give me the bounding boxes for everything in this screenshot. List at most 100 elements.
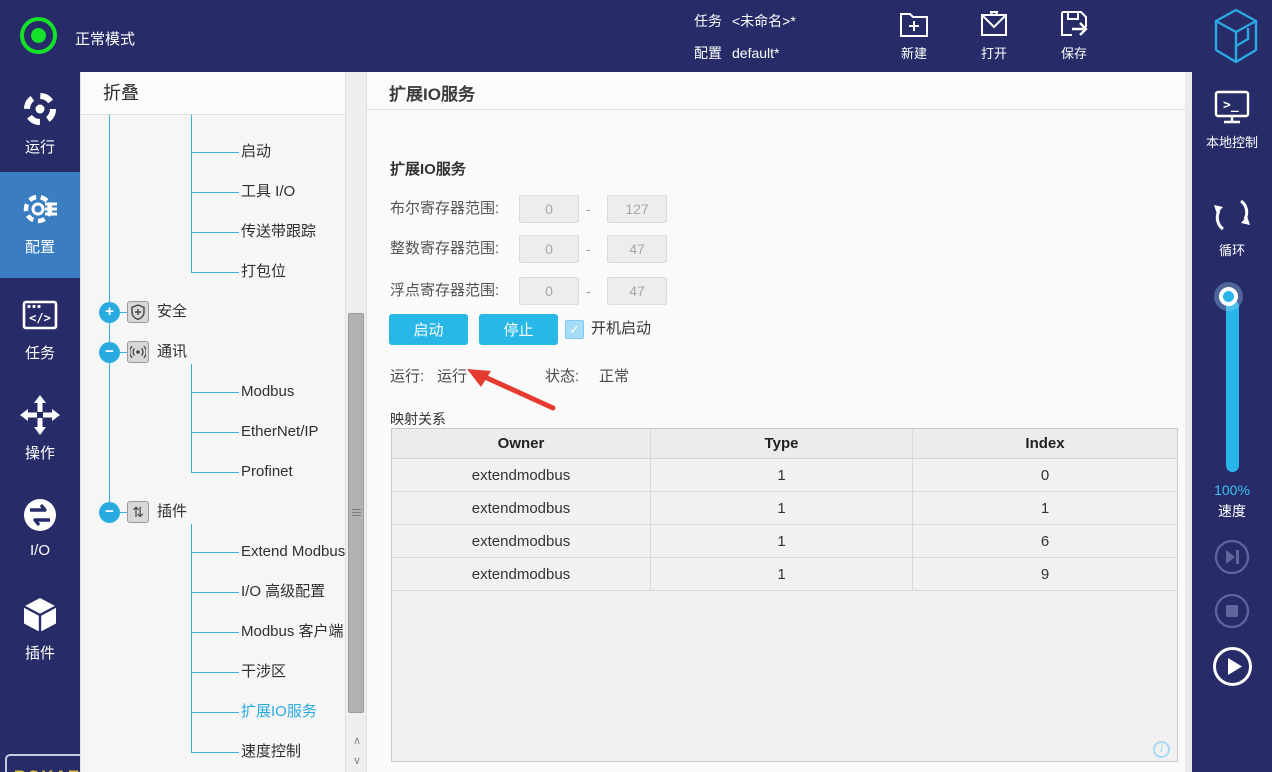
tree-item-interference[interactable]: 干涉区 — [241, 652, 286, 692]
new-button[interactable]: 新建 — [882, 8, 946, 62]
speed-slider-track[interactable] — [1226, 300, 1239, 472]
code-window-icon: </> — [0, 294, 80, 336]
tree-item-communication[interactable]: 通讯 — [157, 332, 187, 372]
tree-item-packing[interactable]: 打包位 — [241, 252, 286, 292]
save-icon — [1042, 8, 1106, 40]
config-value: default* — [732, 45, 779, 61]
cell-index: 9 — [913, 558, 1177, 590]
tree-item-io-advanced[interactable]: I/O 高级配置 — [241, 572, 325, 612]
page-title: 扩展IO服务 — [389, 80, 1185, 105]
bool-register-range-label: 布尔寄存器范围: — [390, 195, 516, 223]
nav-item-config[interactable]: 配置 — [0, 172, 80, 278]
int-register-range-label: 整数寄存器范围: — [390, 235, 516, 263]
float-range-to-input[interactable]: 47 — [607, 277, 667, 305]
tree-collapse-header[interactable]: 折叠 — [81, 72, 346, 115]
step-forward-button[interactable] — [1214, 539, 1250, 575]
mapping-table-header: Owner Type Index — [392, 429, 1177, 459]
tree-item-tool-io[interactable]: 工具 I/O — [241, 172, 295, 212]
tree-line — [191, 672, 239, 673]
mapping-section-title: 映射关系 — [390, 409, 446, 429]
tree-line — [191, 115, 192, 272]
play-program-button[interactable] — [1212, 646, 1253, 687]
bool-range-from-input[interactable]: 0 — [519, 195, 579, 223]
nav-item-operate[interactable]: 操作 — [0, 378, 80, 478]
antenna-icon — [127, 341, 149, 363]
tree-line — [191, 152, 239, 153]
cell-owner: extendmodbus — [392, 558, 651, 590]
table-row[interactable]: extendmodbus 1 9 — [392, 558, 1177, 591]
int-range-to-input[interactable]: 47 — [607, 235, 667, 263]
speed-label: 速度 — [1192, 501, 1272, 521]
svg-text:</>: </> — [29, 311, 51, 325]
loop-icon — [1192, 194, 1272, 236]
nav-item-run[interactable]: 运行 — [0, 72, 80, 172]
save-button[interactable]: 保存 — [1042, 8, 1106, 62]
tree-item-modbus-client[interactable]: Modbus 客户端 — [241, 612, 344, 652]
info-icon[interactable]: i — [1153, 741, 1170, 758]
cube-icon — [0, 594, 80, 636]
nav-item-task-label: 任务 — [0, 342, 80, 363]
table-row[interactable]: extendmodbus 1 0 — [392, 459, 1177, 492]
tree-item-safety[interactable]: 安全 — [157, 292, 187, 332]
stop-program-button[interactable] — [1214, 593, 1250, 629]
nav-item-task[interactable]: </> 任务 — [0, 278, 80, 378]
open-button-label: 打开 — [962, 43, 1026, 62]
tree-item-ethernet-ip[interactable]: EtherNet/IP — [241, 412, 319, 452]
tree-expander-comm[interactable]: − — [99, 342, 120, 363]
tree-line — [191, 392, 239, 393]
tree-item-extend-modbus[interactable]: Extend Modbus — [241, 532, 345, 572]
cell-owner: extendmodbus — [392, 459, 651, 491]
tree-item-modbus[interactable]: Modbus — [241, 372, 294, 412]
autostart-label: 开机启动 — [591, 319, 651, 339]
tree-scrollbar[interactable]: ∧ ∨ — [345, 72, 367, 772]
bool-range-to-input[interactable]: 127 — [607, 195, 667, 223]
speed-percent-value: 100% — [1192, 482, 1272, 498]
tree-expander-safety[interactable]: + — [99, 302, 120, 323]
speed-slider-thumb[interactable] — [1219, 287, 1238, 306]
terminal-icon: >_ — [1192, 88, 1272, 128]
start-service-button[interactable]: 启动 — [389, 314, 468, 345]
cell-type: 1 — [651, 558, 913, 590]
tree-item-extend-io-service[interactable]: 扩展IO服务 — [241, 692, 317, 732]
run-state-label: 运行: — [390, 365, 424, 386]
tree-expander-plugin[interactable]: − — [99, 502, 120, 523]
tree-item-startup[interactable]: 启动 — [241, 132, 271, 172]
tree-body: + − − ⇅ 启动 工具 I/O 传送带跟踪 打包位 安全 通讯 Modbus… — [81, 115, 346, 772]
open-button[interactable]: 打开 — [962, 8, 1026, 62]
task-label: 任务 — [694, 7, 732, 35]
autostart-checkbox[interactable]: ✓ — [565, 320, 584, 339]
nav-item-run-label: 运行 — [0, 136, 80, 157]
tree-item-conveyor[interactable]: 传送带跟踪 — [241, 212, 316, 252]
config-tree-panel: 折叠 + — [80, 72, 345, 772]
tree-item-plugin[interactable]: 插件 — [157, 492, 187, 532]
scrollbar-thumb[interactable] — [348, 313, 364, 713]
stop-service-button[interactable]: 停止 — [479, 314, 558, 345]
task-value: <未命名>* — [732, 13, 796, 29]
panel-divider — [1185, 72, 1192, 772]
scroll-down-button[interactable]: ∨ — [346, 752, 368, 770]
app-window: 正常模式 任务<未命名>* 配置default* 新建 打开 保存 — [0, 0, 1272, 772]
save-button-label: 保存 — [1042, 43, 1106, 62]
nav-item-io[interactable]: I/O — [0, 478, 80, 578]
int-range-from-input[interactable]: 0 — [519, 235, 579, 263]
scroll-up-button[interactable]: ∧ — [346, 732, 368, 750]
run-icon — [0, 88, 80, 130]
range-dash: - — [586, 195, 591, 223]
tree-line — [191, 632, 239, 633]
task-config-info: 任务<未命名>* 配置default* — [694, 7, 796, 71]
nav-item-plugin[interactable]: 插件 — [0, 578, 80, 678]
config-label: 配置 — [694, 39, 732, 67]
tree-item-speed-control[interactable]: 速度控制 — [241, 732, 301, 772]
float-range-from-input[interactable]: 0 — [519, 277, 579, 305]
local-control-button[interactable]: >_ 本地控制 — [1192, 88, 1272, 151]
table-row[interactable]: extendmodbus 1 1 — [392, 492, 1177, 525]
tree-line — [191, 524, 192, 752]
tree-item-profinet[interactable]: Profinet — [241, 452, 293, 492]
scrollbar-grip-icon — [352, 509, 361, 518]
right-control-rail: >_ 本地控制 循环 100% 速度 — [1192, 72, 1272, 772]
section-title: 扩展IO服务 — [390, 158, 466, 179]
table-row[interactable]: extendmodbus 1 6 — [392, 525, 1177, 558]
loop-mode-button[interactable]: 循环 — [1192, 194, 1272, 259]
loop-label: 循环 — [1192, 240, 1272, 259]
float-register-range-label: 浮点寄存器范围: — [390, 277, 516, 305]
